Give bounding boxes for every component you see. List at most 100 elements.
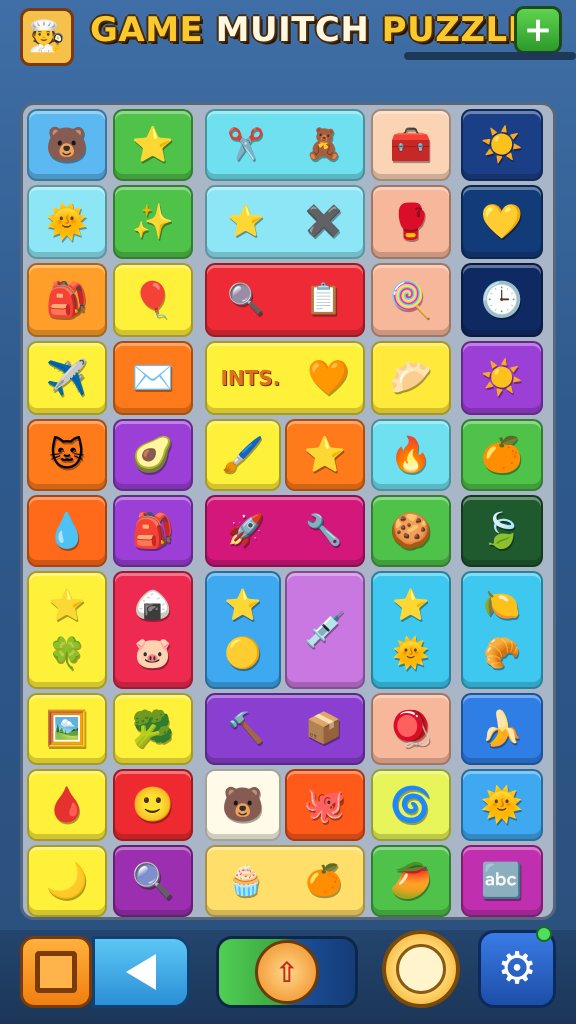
tile-r2c1[interactable]: 🌞 [27,185,107,259]
tile-icon: 💉 [303,610,347,650]
timer-button[interactable] [382,930,460,1008]
tile-r10c2[interactable]: 🔍 [113,845,193,917]
square-icon [35,951,77,993]
tile-icon: ☀️ [480,125,524,165]
tile-r10c6[interactable]: 🔤 [461,845,543,917]
tile-r9c3[interactable]: 🐻 [205,769,281,841]
tile-r4c6[interactable]: ☀️ [461,341,543,415]
tile-r1c3[interactable]: ✂️ 🧸 [205,109,365,181]
tile-r3c1[interactable]: 🎒 [27,263,107,337]
tile-r3c6[interactable]: 🕒 [461,263,543,337]
tile-r10c3[interactable]: 🧁 🍊 [205,845,365,917]
tile-r4c1[interactable]: ✈️ [27,341,107,415]
tile-r6c1[interactable]: 💧 [27,495,107,567]
tile-r7c2[interactable]: 🍙 🐷 [113,571,193,689]
tile-r2c2[interactable]: ✨ [113,185,193,259]
gear-icon: ⚙ [497,943,537,994]
tile-icon: 🥦 [131,709,175,749]
tile-r9c2[interactable]: 🙂 [113,769,193,841]
tile-icon: 📦 [305,711,343,746]
tile-icon: 🔧 [305,513,343,548]
tile-r7c5[interactable]: ⭐ 🌞 [371,571,451,689]
tile-icon: ✉️ [131,358,175,398]
tile-icon: 🐷 [134,636,172,671]
tile-icon: 🍌 [480,709,524,749]
clock-icon [396,944,446,994]
tile-text-label: INTS. [220,366,281,390]
tile-r3c2[interactable]: 🎈 [113,263,193,337]
tile-r4c3[interactable]: INTS. 🧡 [205,341,365,415]
back-icon [126,954,156,990]
tile-r1c2[interactable]: ⭐ [113,109,193,181]
tile-icon: ☀️ [480,358,524,398]
tile-r8c1[interactable]: 🖼️ [27,693,107,765]
tile-r10c5[interactable]: 🥭 [371,845,451,917]
tile-r8c6[interactable]: 🍌 [461,693,543,765]
tile-icon: ⭐ [224,588,262,623]
top-bar: 🧑‍🍳 GAME MUITCH PUZZLE + [0,0,576,70]
tile-r8c5[interactable]: 🪀 [371,693,451,765]
tile-icon: 🥑 [131,435,175,475]
tile-r7c3[interactable]: ⭐ 🟡 [205,571,281,689]
tile-r10c1[interactable]: 🌙 [27,845,107,917]
tile-icon: 🖼️ [45,709,89,749]
tile-r6c5[interactable]: 🍪 [371,495,451,567]
tile-r9c6[interactable]: 🌞 [461,769,543,841]
game-title: GAME MUITCH PUZZLE [90,10,531,50]
tile-r5c1[interactable]: 🐱 [27,419,107,491]
tile-r8c3[interactable]: 🔨 📦 [205,693,365,765]
tile-icon: 🍭 [389,280,433,320]
notification-dot [536,926,552,942]
compass-icon: ⇧ [255,940,319,1004]
tile-r5c4[interactable]: ⭐ [285,419,365,491]
add-button[interactable]: + [514,6,562,54]
tile-icon: 📋 [305,282,343,317]
compass-button[interactable]: ⇧ [216,936,358,1008]
tile-icon: 🍪 [389,511,433,551]
tile-r6c3[interactable]: 🚀 🔧 [205,495,365,567]
tile-icon: 🍃 [480,511,524,551]
tile-r6c2[interactable]: 🎒 [113,495,193,567]
chef-avatar-icon[interactable]: 🧑‍🍳 [20,8,74,66]
tile-icon: 🎒 [45,280,89,320]
stop-square-button[interactable] [20,936,92,1008]
tile-r5c5[interactable]: 🔥 [371,419,451,491]
tile-r7c1[interactable]: ⭐ 🍀 [27,571,107,689]
tile-r4c5[interactable]: 🥟 [371,341,451,415]
tile-r9c4[interactable]: 🐙 [285,769,365,841]
tile-r2c3[interactable]: ⭐ ✖️ [205,185,365,259]
tile-r6c6[interactable]: 🍃 [461,495,543,567]
tile-icon: 🙂 [131,785,175,825]
tile-r9c5[interactable]: 🌀 [371,769,451,841]
tile-r7c6[interactable]: 🍋 🥐 [461,571,543,689]
tile-icon: ⭐ [303,435,347,475]
tile-icon: 🐻 [45,125,89,165]
title-word-puzzle: PUZZLE [381,10,532,50]
tile-r1c6[interactable]: ☀️ [461,109,543,181]
tile-r9c1[interactable]: 🩸 [27,769,107,841]
tile-r3c3[interactable]: 🔍 📋 [205,263,365,337]
tile-r5c2[interactable]: 🥑 [113,419,193,491]
tile-r5c3[interactable]: 🖌️ [205,419,281,491]
tile-r2c6[interactable]: 💛 [461,185,543,259]
tile-icon: 🔍 [131,861,175,901]
tile-r2c5[interactable]: 🥊 [371,185,451,259]
tile-r4c2[interactable]: ✉️ [113,341,193,415]
tile-r5c6[interactable]: 🍊 [461,419,543,491]
tile-icon: ⭐ [227,204,265,239]
title-word-muitch: MUITCH [215,10,370,50]
tile-r7c4[interactable]: 💉 [285,571,365,689]
tile-r1c1[interactable]: 🐻 [27,109,107,181]
tile-r1c5[interactable]: 🧰 [371,109,451,181]
tile-icon: 🧸 [305,127,343,162]
tile-icon: ⭐ [48,588,86,623]
tile-icon: 🧰 [389,125,433,165]
tile-icon: 🧁 [227,863,265,898]
tile-r8c2[interactable]: 🥦 [113,693,193,765]
tile-icon: 🟡 [224,636,262,671]
tile-icon: 🌙 [45,861,89,901]
tile-icon: 💧 [45,511,89,551]
back-button[interactable] [92,936,190,1008]
tile-r3c5[interactable]: 🍭 [371,263,451,337]
tile-icon: 🍙 [134,588,172,623]
